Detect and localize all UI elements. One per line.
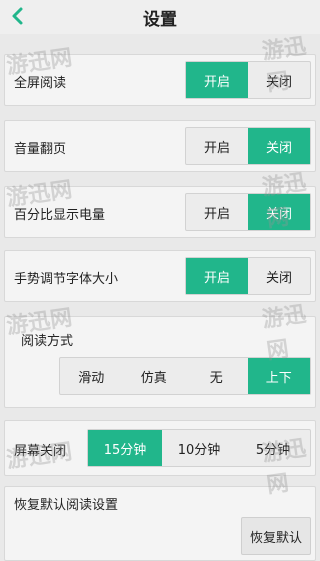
option-15min[interactable]: 15分钟 xyxy=(88,430,162,466)
header-bar: 设置 xyxy=(0,0,320,34)
setting-label: 阅读方式 xyxy=(21,334,74,349)
setting-reading-mode-row: 阅读方式 滑动 仿真 无 上下 xyxy=(4,316,316,408)
setting-label: 音量翻页 xyxy=(14,142,67,157)
setting-label: 手势调节字体大小 xyxy=(14,272,119,287)
reset-default-button[interactable]: 恢复默认 xyxy=(241,517,311,555)
option-none[interactable]: 无 xyxy=(185,358,248,394)
battery-percent-toggle: 开启 关闭 xyxy=(185,193,311,231)
reading-mode-selector: 滑动 仿真 无 上下 xyxy=(59,357,311,395)
volume-page-toggle: 开启 关闭 xyxy=(185,127,311,165)
gesture-font-toggle: 开启 关闭 xyxy=(185,257,311,295)
option-off[interactable]: 关闭 xyxy=(248,62,310,98)
setting-label: 全屏阅读 xyxy=(14,76,67,91)
option-on[interactable]: 开启 xyxy=(186,194,248,230)
setting-fullscreen-row: 全屏阅读 开启 关闭 xyxy=(4,54,316,106)
setting-screen-off-row: 屏幕关闭 15分钟 10分钟 5分钟 xyxy=(4,420,316,476)
option-on[interactable]: 开启 xyxy=(186,128,248,164)
setting-volume-page-row: 音量翻页 开启 关闭 xyxy=(4,120,316,172)
option-5min[interactable]: 5分钟 xyxy=(236,430,310,466)
page-title: 设置 xyxy=(143,10,177,30)
setting-battery-percent-row: 百分比显示电量 开启 关闭 xyxy=(4,186,316,238)
option-on[interactable]: 开启 xyxy=(186,62,248,98)
setting-reset-row: 恢复默认阅读设置 恢复默认 xyxy=(4,486,316,561)
fullscreen-toggle: 开启 关闭 xyxy=(185,61,311,99)
reset-label: 恢复默认阅读设置 xyxy=(14,498,119,513)
option-on[interactable]: 开启 xyxy=(186,258,248,294)
option-vertical[interactable]: 上下 xyxy=(247,358,310,394)
option-10min[interactable]: 10分钟 xyxy=(162,430,236,466)
option-off[interactable]: 关闭 xyxy=(248,258,310,294)
setting-label: 百分比显示电量 xyxy=(14,208,106,223)
screen-off-selector: 15分钟 10分钟 5分钟 xyxy=(87,429,311,467)
setting-gesture-font-row: 手势调节字体大小 开启 关闭 xyxy=(4,250,316,302)
option-slide[interactable]: 滑动 xyxy=(60,358,123,394)
option-off[interactable]: 关闭 xyxy=(248,194,310,230)
setting-label: 屏幕关闭 xyxy=(14,444,67,459)
option-simulation[interactable]: 仿真 xyxy=(123,358,186,394)
option-off[interactable]: 关闭 xyxy=(248,128,310,164)
